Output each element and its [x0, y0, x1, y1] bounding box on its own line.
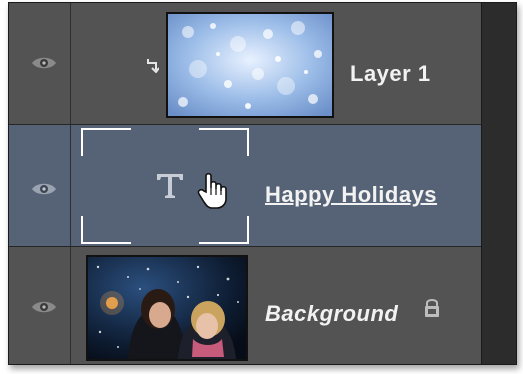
layers-list: Layer 1 Happy Holidays Background — [9, 3, 481, 364]
layer-row-background[interactable]: Background — [9, 247, 481, 364]
layer-name-background[interactable]: Background — [265, 301, 398, 327]
layer-name-layer-1[interactable]: Layer 1 — [350, 61, 431, 87]
layer-name-happy-holidays[interactable]: Happy Holidays — [265, 182, 437, 208]
visibility-cell[interactable] — [9, 247, 71, 364]
visibility-cell[interactable] — [9, 125, 71, 246]
layer-row-happy-holidays[interactable]: Happy Holidays — [9, 125, 481, 247]
type-layer-icon — [157, 174, 183, 198]
clipping-mask-arrow-icon — [147, 59, 159, 73]
layers-panel: Layer 1 Happy Holidays Background — [8, 2, 517, 365]
panel-scrollbar[interactable] — [481, 3, 516, 364]
layer-1-thumbnail — [166, 12, 334, 118]
text-layer-thumbnail[interactable] — [81, 128, 249, 244]
eye-icon[interactable] — [31, 55, 57, 71]
eye-icon[interactable] — [31, 181, 57, 197]
hand-pointer-icon — [197, 172, 227, 209]
layer-row-layer-1[interactable]: Layer 1 — [9, 3, 481, 125]
eye-icon[interactable] — [31, 299, 57, 315]
lock-icon[interactable] — [423, 297, 441, 319]
background-thumbnail — [86, 255, 248, 361]
visibility-cell[interactable] — [9, 3, 71, 124]
